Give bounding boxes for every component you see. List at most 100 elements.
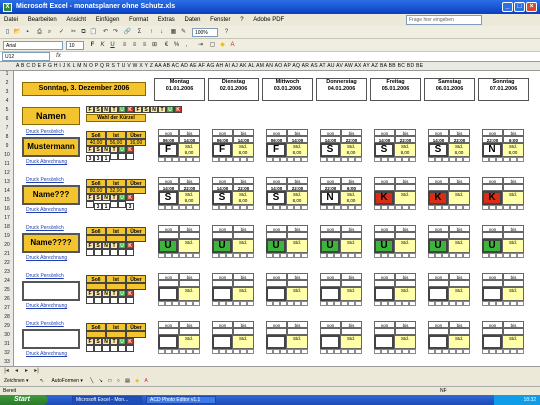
day-cell[interactable]: von bis Std. bbox=[320, 321, 362, 354]
row-number[interactable]: 6 bbox=[0, 116, 14, 122]
menu-adobe-pdf[interactable]: Adobe PDF bbox=[249, 14, 288, 26]
row-number[interactable]: 18 bbox=[0, 224, 14, 230]
row-number[interactable]: 25 bbox=[0, 287, 14, 293]
shift-code[interactable]: U bbox=[158, 239, 178, 253]
person-name[interactable]: Name??? bbox=[22, 185, 80, 205]
shift-code[interactable] bbox=[482, 335, 502, 349]
shift-code[interactable]: U bbox=[374, 239, 394, 253]
day-cell[interactable]: von bis 14:00 22:00 S Std. 8,00 bbox=[374, 129, 416, 162]
formula-input[interactable] bbox=[66, 52, 536, 61]
time-bis[interactable] bbox=[179, 280, 200, 287]
time-bis[interactable] bbox=[503, 328, 524, 335]
person-name[interactable] bbox=[22, 329, 80, 349]
row-number[interactable]: 23 bbox=[0, 269, 14, 275]
time-von[interactable] bbox=[266, 232, 287, 239]
shift-code[interactable]: U bbox=[428, 239, 448, 253]
autosum-icon[interactable]: Σ bbox=[135, 28, 144, 37]
underline-icon[interactable]: U bbox=[108, 41, 117, 50]
time-von[interactable]: 06:00 bbox=[158, 136, 179, 143]
row-number[interactable]: 5 bbox=[0, 107, 14, 113]
day-cell[interactable]: von bis 06:00 14:00 F Std. 8,00 bbox=[158, 129, 200, 162]
kuerzel-1[interactable]: S bbox=[94, 106, 102, 113]
time-von[interactable] bbox=[374, 232, 395, 239]
hyperlink-icon[interactable]: 🔗 bbox=[123, 28, 132, 37]
print-personal-link[interactable]: Druck Persönlich bbox=[26, 321, 64, 327]
print-account-link[interactable]: Druck Abrechnung bbox=[26, 255, 67, 261]
menu-datei[interactable]: Datei bbox=[0, 14, 22, 26]
row-number[interactable]: 21 bbox=[0, 251, 14, 257]
row-number[interactable]: 32 bbox=[0, 350, 14, 356]
time-bis[interactable] bbox=[341, 280, 362, 287]
time-bis[interactable]: 22:00 bbox=[341, 136, 362, 143]
menu-einfuegen[interactable]: Einfügen bbox=[92, 14, 124, 26]
row-number[interactable]: 31 bbox=[0, 341, 14, 347]
time-bis[interactable] bbox=[395, 232, 416, 239]
time-bis[interactable] bbox=[287, 232, 308, 239]
shift-code[interactable] bbox=[428, 287, 448, 301]
kuerzel-3[interactable]: T bbox=[110, 106, 118, 113]
time-von[interactable] bbox=[482, 328, 503, 335]
date-header-box[interactable]: Sonntag, 3. Dezember 2006 bbox=[22, 82, 146, 96]
time-von[interactable]: 22:00 bbox=[320, 184, 341, 191]
time-von[interactable]: 14:00 bbox=[428, 136, 449, 143]
row-number[interactable]: 26 bbox=[0, 296, 14, 302]
taskbar-photo-editor[interactable]: ACD Photo Editor v1.1 bbox=[146, 396, 216, 404]
font-size-select[interactable]: 10 bbox=[66, 41, 84, 50]
day-cell[interactable]: von bis U Std. bbox=[482, 225, 524, 258]
person-name[interactable] bbox=[22, 281, 80, 301]
row-number[interactable]: 14 bbox=[0, 188, 14, 194]
tab-scroll-first-icon[interactable]: |◂ bbox=[2, 367, 11, 376]
maximize-button[interactable]: □ bbox=[514, 2, 525, 12]
time-bis[interactable] bbox=[179, 328, 200, 335]
shift-code[interactable] bbox=[266, 287, 286, 301]
row-number[interactable]: 8 bbox=[0, 134, 14, 140]
kuerzel-2[interactable]: N bbox=[102, 106, 110, 113]
shift-code[interactable]: S bbox=[158, 191, 178, 205]
day-cell[interactable]: von bis Std. bbox=[374, 273, 416, 306]
bold-icon[interactable]: F bbox=[88, 41, 97, 50]
day-cell[interactable]: von bis Std. bbox=[212, 273, 254, 306]
day-cell[interactable]: von bis 06:00 14:00 F Std. 8,00 bbox=[266, 129, 308, 162]
time-von[interactable] bbox=[266, 280, 287, 287]
time-bis[interactable]: 22:00 bbox=[179, 184, 200, 191]
day-cell[interactable]: von bis U Std. bbox=[212, 225, 254, 258]
day-cell[interactable]: von bis 14:00 22:00 S Std. 8,00 bbox=[320, 129, 362, 162]
time-bis[interactable] bbox=[395, 184, 416, 191]
day-cell[interactable]: von bis 14:00 22:00 S Std. 8,00 bbox=[158, 177, 200, 210]
tab-scroll-next-icon[interactable]: ▸ bbox=[22, 367, 31, 376]
day-cell[interactable]: von bis K Std. bbox=[428, 177, 470, 210]
autoformen-menu[interactable]: AutoFormen ▾ bbox=[51, 378, 82, 384]
worksheet[interactable]: Sonntag, 3. Dezember 2006 Namen FSNTUKFS… bbox=[14, 71, 540, 366]
day-cell[interactable]: von bis Std. bbox=[266, 273, 308, 306]
thousands-icon[interactable]: , bbox=[182, 41, 191, 50]
time-bis[interactable] bbox=[341, 232, 362, 239]
day-cell[interactable]: von bis U Std. bbox=[428, 225, 470, 258]
row-number[interactable]: 27 bbox=[0, 305, 14, 311]
day-cell[interactable]: von bis 22:00 6:00 N Std. 8,00 bbox=[320, 177, 362, 210]
day-cell[interactable]: von bis 14:00 22:00 S Std. 8,00 bbox=[428, 129, 470, 162]
row-number[interactable]: 7 bbox=[0, 125, 14, 131]
redo-icon[interactable]: ↷ bbox=[111, 28, 120, 37]
print-personal-link[interactable]: Druck Persönlich bbox=[26, 273, 64, 279]
menu-daten[interactable]: Daten bbox=[180, 14, 204, 26]
row-number[interactable]: 24 bbox=[0, 278, 14, 284]
time-von[interactable] bbox=[428, 328, 449, 335]
time-bis[interactable]: 14:00 bbox=[179, 136, 200, 143]
paste-icon[interactable]: 📋 bbox=[89, 28, 98, 37]
shift-code[interactable] bbox=[374, 335, 394, 349]
shift-code[interactable]: F bbox=[158, 143, 178, 157]
day-cell[interactable]: von bis Std. bbox=[320, 273, 362, 306]
align-left-icon[interactable]: ≡ bbox=[120, 41, 129, 50]
menu-bearbeiten[interactable]: Bearbeiten bbox=[24, 14, 61, 26]
row-number[interactable]: 20 bbox=[0, 242, 14, 248]
print-personal-link[interactable]: Druck Persönlich bbox=[26, 177, 64, 183]
select-pointer-icon[interactable]: ↖ bbox=[40, 378, 44, 384]
time-bis[interactable] bbox=[233, 280, 254, 287]
shift-code[interactable]: U bbox=[212, 239, 232, 253]
print-personal-link[interactable]: Druck Persönlich bbox=[26, 129, 64, 135]
print-account-link[interactable]: Druck Abrechnung bbox=[26, 351, 67, 357]
print-account-link[interactable]: Druck Abrechnung bbox=[26, 207, 67, 213]
print-icon[interactable]: ⎙ bbox=[35, 28, 44, 37]
time-von[interactable]: 14:00 bbox=[158, 184, 179, 191]
print-preview-icon[interactable]: ⌕ bbox=[45, 28, 54, 37]
